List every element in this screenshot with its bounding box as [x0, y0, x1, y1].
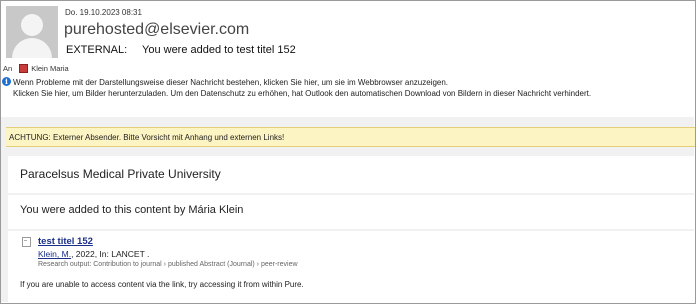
- content-title-link[interactable]: test titel 152: [38, 236, 93, 247]
- recipient-name[interactable]: Klein Maria: [31, 64, 69, 73]
- subject-text: You were added to test titel 152: [142, 44, 296, 56]
- info-line-browser[interactable]: Wenn Probleme mit der Darstellungsweise …: [13, 77, 591, 88]
- research-output-meta: Research output: Contribution to journal…: [38, 261, 298, 268]
- content-card: test titel 152 Klein, M., 2022, In: LANC…: [8, 231, 694, 302]
- added-notice: You were added to this content by Mária …: [20, 204, 244, 216]
- citation-text: , 2022, In: LANCET .: [71, 249, 150, 259]
- message-subject: EXTERNAL: You were added to test titel 1…: [66, 44, 296, 56]
- avatar-body-shape: [12, 38, 52, 58]
- university-name: Paracelsus Medical Private University: [20, 167, 221, 181]
- to-label: An: [3, 64, 13, 73]
- external-sender-warning: ACHTUNG: Externer Absender. Bitte Vorsic…: [6, 127, 695, 147]
- info-bar[interactable]: Wenn Probleme mit der Darstellungsweise …: [13, 77, 591, 99]
- added-card: You were added to this content by Mária …: [8, 195, 694, 229]
- content-citation: Klein, M., 2022, In: LANCET .: [38, 249, 149, 259]
- recipient-row: An Klein Maria: [3, 64, 69, 73]
- sender-avatar: [6, 6, 58, 58]
- access-note: If you are unable to access content via …: [20, 280, 304, 289]
- message-date: Do. 19.10.2023 08:31: [65, 8, 142, 17]
- info-line-images[interactable]: Klicken Sie hier, um Bilder herunterzula…: [13, 88, 591, 99]
- author-link[interactable]: Klein, M.: [38, 249, 71, 259]
- sender-address[interactable]: purehosted@elsevier.com: [64, 21, 249, 39]
- university-card: Paracelsus Medical Private University: [8, 156, 694, 193]
- document-icon: [22, 237, 31, 247]
- avatar-head-shape: [21, 14, 43, 36]
- subject-prefix: EXTERNAL:: [66, 44, 128, 56]
- recipient-presence-icon: [19, 64, 29, 73]
- info-icon: i: [2, 77, 11, 86]
